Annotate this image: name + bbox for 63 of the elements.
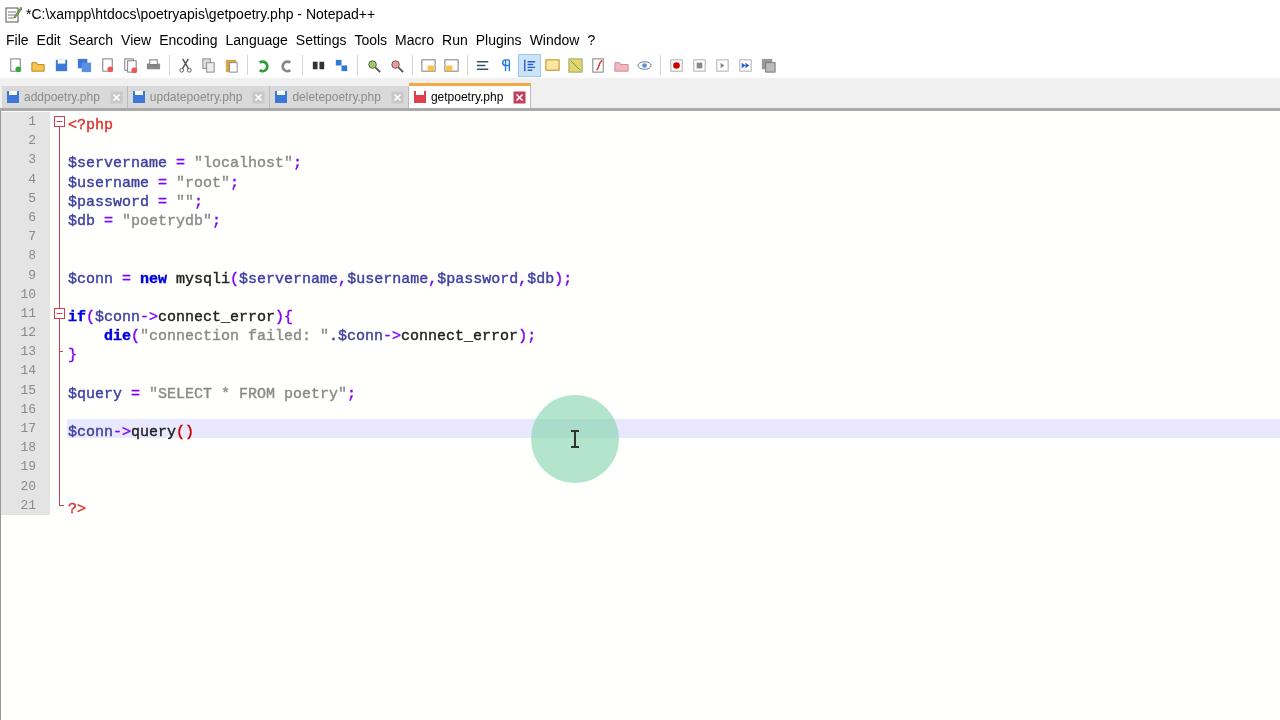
new-file-icon bbox=[7, 56, 24, 74]
record-icon bbox=[668, 56, 685, 74]
window-title: *C:\xampp\htdocs\poetryapis\getpoetry.php - Notepad++ bbox=[26, 4, 376, 24]
files-close-icon bbox=[122, 56, 139, 74]
function-list-icon bbox=[590, 56, 607, 74]
line-number: 14 bbox=[1, 361, 50, 381]
menu-item[interactable]: ? bbox=[583, 29, 600, 51]
code-line: $db = "poetrydb"; bbox=[68, 211, 222, 232]
menu-item[interactable]: Settings bbox=[291, 29, 351, 51]
line-number: 12 bbox=[1, 323, 50, 343]
code-line: ?> bbox=[68, 499, 86, 519]
line-number: 17 bbox=[1, 419, 50, 439]
line-number: 18 bbox=[1, 438, 50, 458]
code-line: $servername = "localhost"; bbox=[68, 154, 303, 174]
line-number: 7 bbox=[1, 227, 50, 247]
menu-item[interactable]: File bbox=[2, 29, 33, 51]
menu-item[interactable]: Encoding bbox=[155, 29, 222, 51]
stop-icon bbox=[691, 56, 708, 74]
play-icon bbox=[714, 56, 731, 74]
line-number: 8 bbox=[1, 246, 50, 266]
floppy-disks-icon bbox=[76, 56, 93, 74]
tab-label: deletepoetry.php bbox=[292, 89, 381, 106]
menu-item[interactable]: Language bbox=[221, 29, 292, 51]
code-line: $query = "SELECT * FROM poetry"; bbox=[68, 384, 357, 404]
line-number: 2 bbox=[1, 131, 50, 151]
code-line: <?php bbox=[68, 116, 113, 136]
menu-item[interactable]: Edit bbox=[32, 29, 65, 51]
tab-label: getpoetry.php bbox=[430, 89, 504, 106]
file-close-icon bbox=[99, 56, 116, 74]
document-icon bbox=[544, 56, 561, 74]
window-sync-icon bbox=[443, 56, 460, 74]
close-icon[interactable] bbox=[513, 90, 527, 104]
line-number: 3 bbox=[1, 150, 50, 170]
window-sync-icon bbox=[420, 56, 437, 74]
menu-item[interactable]: Window bbox=[525, 29, 584, 51]
code-line: $username = "root"; bbox=[68, 173, 240, 193]
code-line: $conn = new mysqli($servername,$username,$password,$db); bbox=[68, 269, 573, 289]
scissors-icon bbox=[177, 56, 194, 74]
menu-item[interactable]: Macro bbox=[391, 29, 438, 51]
code-line: $password = ""; bbox=[68, 192, 204, 212]
menu-item[interactable]: Plugins bbox=[471, 29, 526, 51]
line-number: 19 bbox=[1, 457, 50, 477]
file-tab[interactable]: getpoetry.php bbox=[408, 83, 532, 108]
text-cursor-icon bbox=[570, 430, 580, 448]
fold-icon[interactable] bbox=[54, 116, 65, 127]
line-number: 1 bbox=[1, 112, 50, 132]
menu-item[interactable]: Run bbox=[438, 29, 472, 51]
tab-label: updatepoetry.php bbox=[149, 89, 243, 106]
indent-guide-button[interactable] bbox=[518, 53, 541, 77]
code-line: $conn->query() bbox=[68, 423, 195, 443]
notepad-icon bbox=[4, 5, 22, 23]
menu-item[interactable]: Tools bbox=[350, 29, 392, 51]
fast-forward-icon bbox=[737, 56, 754, 74]
code-line: } bbox=[68, 346, 77, 366]
menu-item[interactable]: View bbox=[117, 29, 156, 51]
fold-icon[interactable] bbox=[54, 307, 65, 319]
code-line: if($conn->connect_error){ bbox=[68, 307, 294, 328]
line-number: 13 bbox=[1, 342, 50, 362]
code-line: die("connection failed: ".$conn->connect_error); bbox=[103, 327, 537, 347]
menu-item[interactable]: Search bbox=[64, 29, 118, 51]
map-icon bbox=[567, 56, 584, 74]
tab-label: addpoetry.php bbox=[24, 89, 100, 106]
copy-icon bbox=[200, 56, 217, 74]
